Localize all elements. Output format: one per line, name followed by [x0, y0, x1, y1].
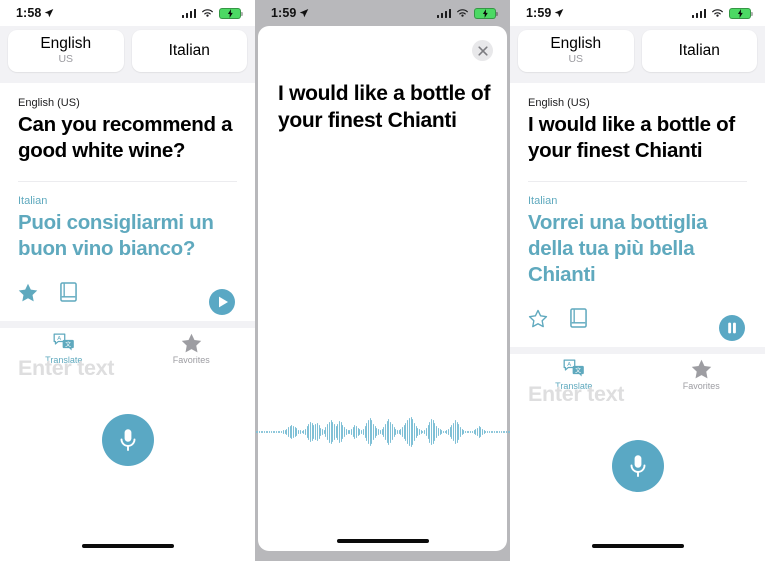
target-language-label: Italian	[678, 41, 720, 59]
card-action-row	[18, 282, 237, 321]
status-bar-left: 1:58	[16, 6, 54, 20]
dictionary-button[interactable]	[570, 308, 587, 333]
status-bar: 1:58	[0, 0, 255, 26]
status-bar-left: 1:59	[526, 6, 564, 20]
card-target-language-label: Italian	[528, 195, 558, 208]
status-bar-left: 1:59	[271, 6, 309, 20]
card-divider	[528, 181, 747, 183]
svg-text:A: A	[567, 362, 571, 368]
card-source-language-label: English (US)	[18, 97, 80, 109]
translation-card[interactable]: English (US) I would like a bottle of yo…	[510, 83, 765, 348]
wifi-icon	[202, 9, 213, 17]
screenshot-triptych: 1:58 English US Italian English (US) Can…	[0, 0, 765, 561]
favorite-button[interactable]	[18, 283, 38, 307]
tab-favorites[interactable]: Favorites	[638, 359, 765, 391]
dictionary-book-icon	[570, 308, 587, 328]
language-selector-bar: English US Italian	[0, 26, 255, 83]
dictionary-button[interactable]	[60, 282, 77, 307]
dictionary-book-icon	[60, 282, 77, 302]
phone-screen-translate-playing: 1:59 English US Italian English (US) I w…	[510, 0, 765, 561]
status-bar-right	[691, 7, 753, 19]
tab-favorites-label: Favorites	[172, 355, 210, 366]
play-circle-icon	[209, 288, 235, 315]
status-bar-right	[436, 7, 498, 19]
favorite-button[interactable]	[528, 309, 548, 333]
microphone-icon	[630, 455, 645, 478]
microphone-button[interactable]	[611, 440, 664, 493]
enter-text-placeholder: Enter text	[528, 382, 625, 407]
language-selector-bar: English US Italian	[510, 26, 765, 83]
recording-sheet: I would like a bottle of your finest Chi…	[258, 26, 507, 551]
card-section-gap	[510, 347, 765, 355]
status-bar-time: 1:58	[16, 6, 42, 20]
status-bar: 1:59	[255, 0, 510, 26]
source-language-label: English	[40, 34, 92, 52]
target-language-button[interactable]: Italian	[131, 30, 247, 72]
phone-screen-recording: 1:59 I would like a bottle of your fines…	[255, 0, 510, 561]
source-language-sublabel: US	[58, 52, 74, 65]
tab-favorites[interactable]: Favorites	[128, 333, 256, 365]
translate-bubbles-icon: A 文	[53, 333, 74, 351]
card-target-language-label: Italian	[18, 195, 48, 208]
microphone-icon	[120, 429, 135, 452]
card-section-gap	[0, 321, 255, 329]
location-arrow-icon	[45, 9, 54, 18]
svg-text:A: A	[57, 336, 61, 342]
target-language-button[interactable]: Italian	[641, 30, 757, 72]
audio-waveform	[255, 415, 510, 449]
star-filled-icon	[691, 359, 711, 379]
pause-circle-icon	[719, 314, 745, 341]
source-language-sublabel: US	[568, 52, 584, 65]
pause-audio-button[interactable]	[719, 314, 745, 341]
card-target-text: Vorrei una bottiglia della tua più bella…	[528, 211, 708, 287]
enter-text-placeholder: Enter text	[18, 356, 115, 381]
target-language-label: Italian	[168, 41, 210, 59]
star-filled-icon	[18, 283, 38, 301]
status-bar: 1:59	[510, 0, 765, 26]
wifi-icon	[712, 9, 723, 17]
cellular-signal-icon	[691, 8, 706, 18]
cellular-signal-icon	[436, 8, 451, 18]
card-action-row	[528, 308, 747, 347]
close-x-icon	[477, 45, 488, 56]
battery-charging-icon	[729, 7, 753, 19]
home-indicator[interactable]	[336, 538, 429, 543]
card-target-text: Puoi consigliarmi un buon vino bianco?	[18, 211, 214, 261]
location-arrow-icon	[555, 9, 564, 18]
status-bar-time: 1:59	[271, 6, 297, 20]
home-indicator[interactable]	[81, 543, 174, 548]
home-indicator[interactable]	[591, 543, 684, 548]
wifi-icon	[457, 9, 468, 17]
card-divider	[18, 181, 237, 183]
recognized-text: I would like a bottle of your finest Chi…	[278, 82, 491, 132]
phone-screen-translate-result: 1:58 English US Italian English (US) Can…	[0, 0, 255, 561]
star-outline-icon	[528, 309, 548, 327]
play-audio-button[interactable]	[209, 288, 235, 315]
battery-charging-icon	[219, 7, 243, 19]
svg-text:文: 文	[65, 340, 71, 348]
status-bar-right	[181, 7, 243, 19]
tab-favorites-label: Favorites	[682, 381, 720, 392]
battery-charging-icon	[474, 7, 498, 19]
cellular-signal-icon	[181, 8, 196, 18]
card-source-language-label: English (US)	[528, 97, 590, 109]
source-language-button[interactable]: English US	[8, 30, 124, 72]
card-source-text: Can you recommend a good white wine?	[18, 113, 233, 163]
status-bar-time: 1:59	[526, 6, 552, 20]
star-filled-icon	[181, 333, 201, 353]
location-arrow-icon	[300, 9, 309, 18]
card-source-text: I would like a bottle of your finest Chi…	[528, 113, 735, 163]
close-button[interactable]	[472, 40, 493, 61]
source-language-label: English	[550, 34, 602, 52]
microphone-button[interactable]	[101, 414, 154, 467]
source-language-button[interactable]: English US	[518, 30, 634, 72]
svg-text:文: 文	[575, 366, 581, 374]
translation-card[interactable]: English (US) Can you recommend a good wh…	[0, 83, 255, 322]
translate-bubbles-icon: A 文	[563, 359, 584, 377]
